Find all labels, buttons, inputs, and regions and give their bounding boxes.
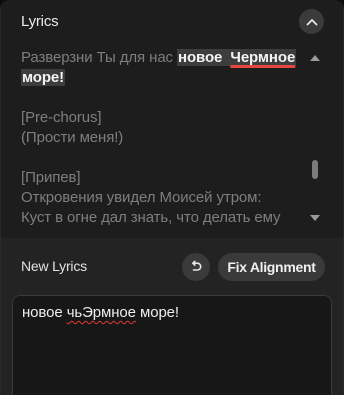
lyrics-line: (Прости меня!) — [21, 129, 124, 146]
scrollbar-thumb[interactable] — [312, 160, 318, 179]
chevron-up-icon — [306, 18, 317, 25]
new-lyrics-title: New Lyrics — [21, 258, 87, 274]
misspelled-word: чьЭрмное — [66, 304, 136, 321]
section-tag: [Припев] — [21, 169, 81, 186]
lyrics-line: Откровения увидел Моисей утром: — [21, 189, 262, 206]
lyrics-section: Lyrics Разверзни Ты для нас новое Чермно… — [1, 0, 343, 238]
scroll-down-button[interactable] — [308, 213, 322, 223]
triangle-down-icon — [310, 215, 320, 221]
lyrics-line-current: Разверзни Ты для нас новое Чермное море! — [21, 48, 297, 88]
undo-icon — [192, 260, 202, 271]
section-tag: [Pre-chorus] — [21, 109, 102, 126]
collapse-button[interactable] — [299, 9, 324, 34]
input-text: новое — [22, 304, 67, 321]
input-text: море! — [135, 304, 179, 321]
scroll-up-button[interactable] — [308, 53, 322, 63]
lyrics-block-prechorus: [Pre-chorus] (Прости меня!) — [21, 108, 297, 148]
lyrics-block-chorus: [Припев] Откровения увидел Моисей утром:… — [21, 168, 297, 228]
highlighted-word: новое — [177, 49, 224, 66]
lyrics-panel: Lyrics Разверзни Ты для нас новое Чермно… — [0, 0, 344, 395]
new-lyrics-input[interactable]: новое чьЭрмное море! — [12, 295, 332, 395]
undo-button[interactable] — [182, 253, 210, 281]
new-lyrics-section: New Lyrics Fix Alignment новое чьЭрмное … — [1, 238, 343, 395]
highlighted-misspelled-word: Чермное — [229, 49, 297, 66]
lyrics-text[interactable]: Разверзни Ты для нас новое Чермное море! … — [21, 48, 297, 234]
triangle-up-icon — [310, 55, 320, 61]
highlighted-word: море! — [21, 69, 66, 86]
fix-alignment-button[interactable]: Fix Alignment — [218, 253, 325, 281]
lyrics-line: Куст в огне дал знать, что делать ему — [21, 209, 281, 226]
lyrics-line-text: Разверзни Ты для нас — [21, 49, 178, 66]
lyrics-title: Lyrics — [21, 13, 59, 30]
